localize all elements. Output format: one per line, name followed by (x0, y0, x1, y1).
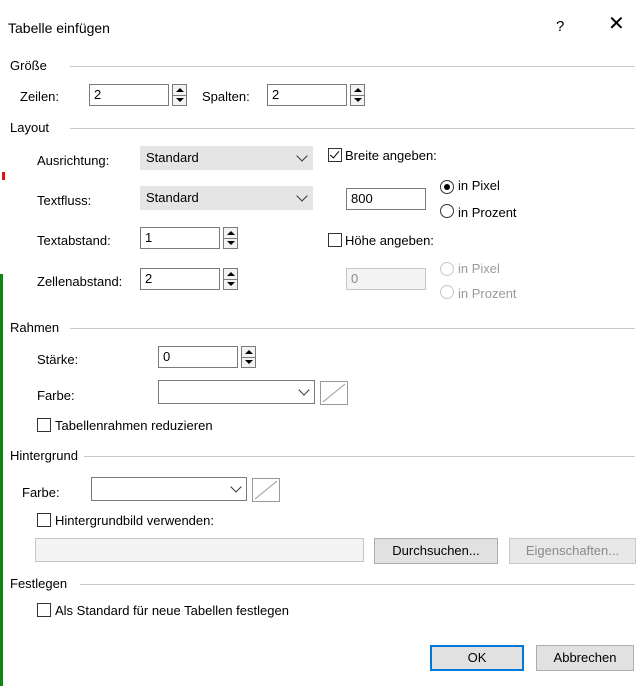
textflow-select[interactable]: Standard (140, 186, 313, 210)
cols-label: Spalten: (202, 89, 250, 104)
help-button[interactable]: ? (556, 18, 564, 35)
height-percent-label: in Prozent (458, 286, 517, 301)
border-color-swatch[interactable] (320, 381, 348, 405)
ok-button[interactable]: OK (430, 645, 524, 671)
cols-spinner[interactable] (350, 84, 365, 106)
alignment-label: Ausrichtung: (37, 153, 110, 168)
festlegen-group-title: Festlegen (10, 576, 74, 591)
bg-image-label: Hintergrundbild verwenden: (55, 513, 214, 528)
dialog-title: Tabelle einfügen (8, 20, 110, 36)
rows-spinner[interactable] (172, 84, 187, 106)
width-check-label: Breite angeben: (345, 148, 437, 163)
thickness-input[interactable]: 0 (158, 346, 238, 368)
set-default-checkbox[interactable] (37, 603, 51, 617)
rows-input[interactable]: 2 (89, 84, 169, 106)
padding-input[interactable]: 1 (140, 227, 220, 249)
spacing-label: Zellenabstand: (37, 274, 123, 289)
width-pixel-radio[interactable] (440, 180, 454, 194)
alignment-value: Standard (146, 150, 199, 165)
rahmen-group-line (70, 328, 635, 329)
spin-down-icon[interactable] (351, 95, 364, 105)
height-checkbox[interactable] (328, 233, 342, 247)
set-default-label: Als Standard für neue Tabellen festlegen (55, 603, 289, 618)
bg-image-path-input[interactable] (35, 538, 364, 562)
thickness-label: Stärke: (37, 352, 79, 367)
bg-color-swatch[interactable] (252, 478, 280, 502)
spin-down-icon[interactable] (242, 357, 255, 367)
width-checkbox[interactable] (328, 148, 342, 162)
spacing-spinner[interactable] (223, 268, 238, 290)
radio-dot-icon (444, 184, 450, 190)
no-color-icon (322, 383, 346, 403)
thickness-spinner[interactable] (241, 346, 256, 368)
width-percent-radio[interactable] (440, 204, 454, 218)
festlegen-group-line (80, 584, 635, 585)
collapse-border-checkbox[interactable] (37, 418, 51, 432)
browse-button[interactable]: Durchsuchen... (374, 538, 498, 564)
collapse-border-label: Tabellenrahmen reduzieren (55, 418, 213, 433)
textflow-value: Standard (146, 190, 199, 205)
border-color-label: Farbe: (37, 388, 75, 403)
properties-button[interactable]: Eigenschaften... (509, 538, 636, 564)
groesse-group-line (70, 66, 635, 67)
bg-image-checkbox[interactable] (37, 513, 51, 527)
hintergrund-group-line (70, 456, 635, 457)
cols-input[interactable]: 2 (267, 84, 347, 106)
alignment-select[interactable]: Standard (140, 146, 313, 170)
textflow-label: Textfluss: (37, 193, 92, 208)
height-input[interactable]: 0 (346, 268, 426, 290)
window-edge-strip (0, 274, 3, 686)
bg-color-label: Farbe: (22, 485, 60, 500)
height-pixel-label: in Pixel (458, 261, 500, 276)
width-percent-label: in Prozent (458, 205, 517, 220)
width-input[interactable]: 800 (346, 188, 426, 210)
chevron-down-icon (296, 150, 308, 162)
border-color-select[interactable] (158, 380, 315, 404)
height-pixel-radio[interactable] (440, 262, 454, 276)
spin-down-icon[interactable] (224, 279, 237, 289)
spacing-input[interactable]: 2 (140, 268, 220, 290)
checkmark-icon (329, 148, 340, 159)
padding-spinner[interactable] (223, 227, 238, 249)
groesse-group-title: Größe (10, 58, 53, 73)
chevron-down-icon (230, 481, 242, 493)
spin-down-icon[interactable] (224, 238, 237, 248)
padding-label: Textabstand: (37, 233, 111, 248)
window-edge-mark (2, 172, 5, 180)
title-bar: Tabelle einfügen ? ✕ (4, 0, 641, 44)
height-check-label: Höhe angeben: (345, 233, 434, 248)
close-icon[interactable]: ✕ (608, 14, 625, 34)
layout-group-title: Layout (10, 120, 56, 135)
bg-color-select[interactable] (91, 477, 247, 501)
layout-group-line (70, 128, 635, 129)
width-pixel-label: in Pixel (458, 178, 500, 193)
rahmen-group-title: Rahmen (10, 320, 66, 335)
height-percent-radio[interactable] (440, 285, 454, 299)
no-color-icon (254, 480, 278, 500)
chevron-down-icon (298, 384, 310, 396)
rows-label: Zeilen: (20, 89, 60, 104)
hintergrund-group-title: Hintergrund (10, 448, 84, 463)
chevron-down-icon (296, 190, 308, 202)
spin-down-icon[interactable] (173, 95, 186, 105)
cancel-button[interactable]: Abbrechen (536, 645, 634, 671)
